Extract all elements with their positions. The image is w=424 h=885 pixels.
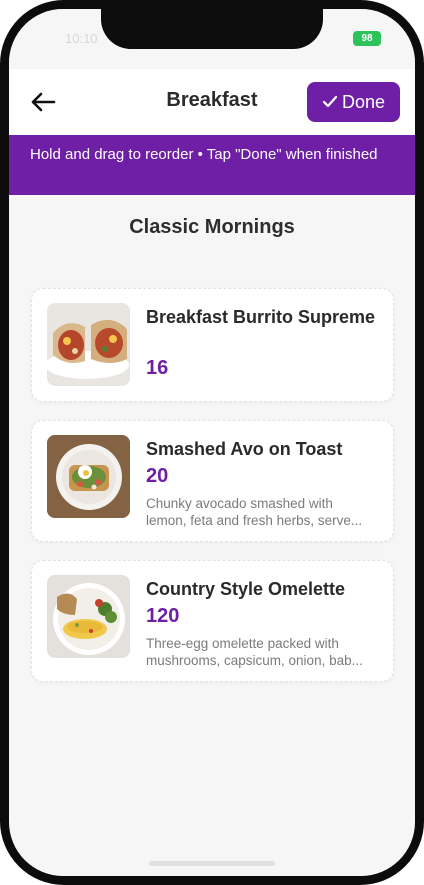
recipe-count: 16 (146, 357, 169, 379)
recipe-description: Chunky avocado smashed with lemon, feta … (146, 495, 380, 529)
recipe-title: Country Style Omelette (146, 579, 346, 599)
recipe-thumbnail (47, 575, 130, 658)
top-header: Breakfast Done (9, 69, 415, 135)
camera-notch (101, 9, 323, 49)
recipe-card[interactable]: Smashed Avo on Toast 20 Chunky avocado s… (31, 420, 394, 542)
recipe-title: Breakfast Burrito Supreme (146, 307, 376, 327)
check-icon (322, 95, 338, 108)
reorder-instruction-banner: Hold and drag to reorder • Tap "Done" wh… (9, 135, 415, 195)
recipe-title: Smashed Avo on Toast (146, 439, 343, 459)
status-bar: 10:10 98 (9, 9, 415, 69)
done-button[interactable]: Done (307, 82, 400, 122)
recipe-card[interactable]: Country Style Omelette 120 Three-egg ome… (31, 560, 394, 682)
recipe-thumbnail (47, 435, 130, 518)
done-label: Done (341, 91, 386, 112)
section-title: Classic Mornings (129, 216, 295, 238)
recipe-description-line: lemon, feta and fresh herbs, serve... (146, 513, 363, 528)
recipe-description-line: mushrooms, capsicum, onion, bab... (146, 653, 363, 668)
app-screen: 10:10 98 Breakfast Done Hold and drag to… (9, 9, 415, 876)
recipe-description-line: Three-egg omelette packed with (146, 636, 339, 651)
recipe-count: 120 (146, 605, 180, 627)
status-time: 10:10 (65, 31, 98, 46)
recipe-thumbnail (47, 303, 130, 386)
recipe-description: Three-egg omelette packed with mushrooms… (146, 635, 380, 669)
home-indicator (149, 861, 275, 866)
phone-frame: 10:10 98 Breakfast Done Hold and drag to… (0, 0, 424, 885)
battery-indicator: 98 (353, 31, 381, 46)
recipe-count: 20 (146, 465, 169, 487)
recipe-description-line: Chunky avocado smashed with (146, 496, 333, 511)
recipe-card[interactable]: Breakfast Burrito Supreme 16 (31, 288, 394, 402)
